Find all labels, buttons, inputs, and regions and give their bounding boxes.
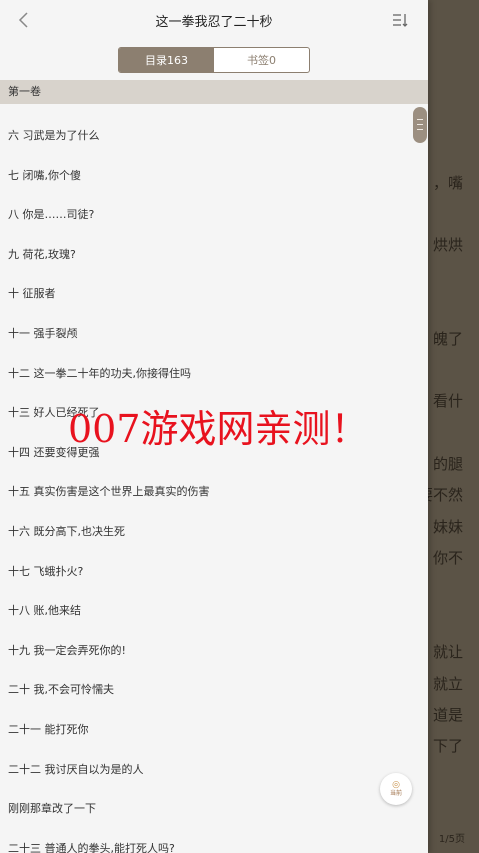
reader-text-line: 你不 xyxy=(432,549,463,567)
reader-text-line: 魄了 xyxy=(432,330,463,348)
reader-text-line: 看什 xyxy=(432,392,463,410)
reader-text-line: 妹妹 xyxy=(432,518,463,536)
toc-header: 这一拳我忍了二十秒 xyxy=(0,0,428,40)
chapter-item[interactable]: 十二 这一拳二十年的功夫,你接得住吗 xyxy=(0,354,428,394)
chapter-item[interactable]: 二十三 普通人的拳头,能打死人吗? xyxy=(0,829,428,853)
page-indicator: 1/5页 xyxy=(438,834,465,845)
watermark-text: 007游戏网亲测！ xyxy=(68,407,369,451)
chapter-item[interactable]: 七 闭嘴,你个傻 xyxy=(0,156,428,196)
chapter-item[interactable]: 十九 我一定会弄死你的! xyxy=(0,631,428,671)
chapter-item[interactable]: 十一 强手裂颅 xyxy=(0,314,428,354)
chapter-list: 六 习武是为了什么 七 闭嘴,你个傻 八 你是……司徒? 九 荷花,玫瑰? 十 … xyxy=(0,116,428,853)
reader-text-line: 下了 xyxy=(432,737,463,755)
reader-text-line: 烘烘 xyxy=(432,236,463,254)
fast-scroll-handle[interactable] xyxy=(413,107,427,143)
locate-icon: ◎ xyxy=(392,780,400,790)
tab-contents[interactable]: 目录163 xyxy=(119,48,214,72)
reader-text-line: 的腿 xyxy=(432,455,463,473)
chapter-item[interactable]: 十 征服者 xyxy=(0,274,428,314)
chapter-item[interactable]: 十八 账,他来结 xyxy=(0,591,428,631)
reader-text-line: 就让 xyxy=(432,643,463,661)
locate-current-label: 当前 xyxy=(389,790,402,797)
chapter-item[interactable]: 六 习武是为了什么 xyxy=(0,116,428,156)
chapter-item[interactable]: 二十一 能打死你 xyxy=(0,710,428,750)
chapter-item[interactable]: 十六 既分高下,也决生死 xyxy=(0,512,428,552)
chapter-item[interactable]: 二十二 我讨厌自以为是的人 xyxy=(0,750,428,790)
tab-bookmarks[interactable]: 书签0 xyxy=(214,48,309,72)
toc-tabs: 目录163 书签0 xyxy=(118,47,310,73)
chapter-item[interactable]: 刚刚那章改了一下 xyxy=(0,789,428,829)
volume-header: 第一卷 xyxy=(0,80,428,104)
reader-text-line: 道是 xyxy=(432,706,463,724)
chapter-item[interactable]: 十五 真实伤害是这个世界上最真实的伤害 xyxy=(0,472,428,512)
reader-text-line: ，嘴 xyxy=(432,174,463,192)
sort-order-icon[interactable] xyxy=(391,12,409,28)
locate-current-button[interactable]: ◎ 当前 xyxy=(380,773,412,805)
reader-text-line: 就立 xyxy=(432,675,463,693)
chapter-item[interactable]: 八 你是……司徒? xyxy=(0,195,428,235)
book-title: 这一拳我忍了二十秒 xyxy=(155,15,273,30)
chapter-item[interactable]: 十七 飞蛾扑火? xyxy=(0,552,428,592)
chapter-item[interactable]: 二十 我,不会可怜懦夫 xyxy=(0,670,428,710)
chapter-item[interactable]: 九 荷花,玫瑰? xyxy=(0,235,428,275)
